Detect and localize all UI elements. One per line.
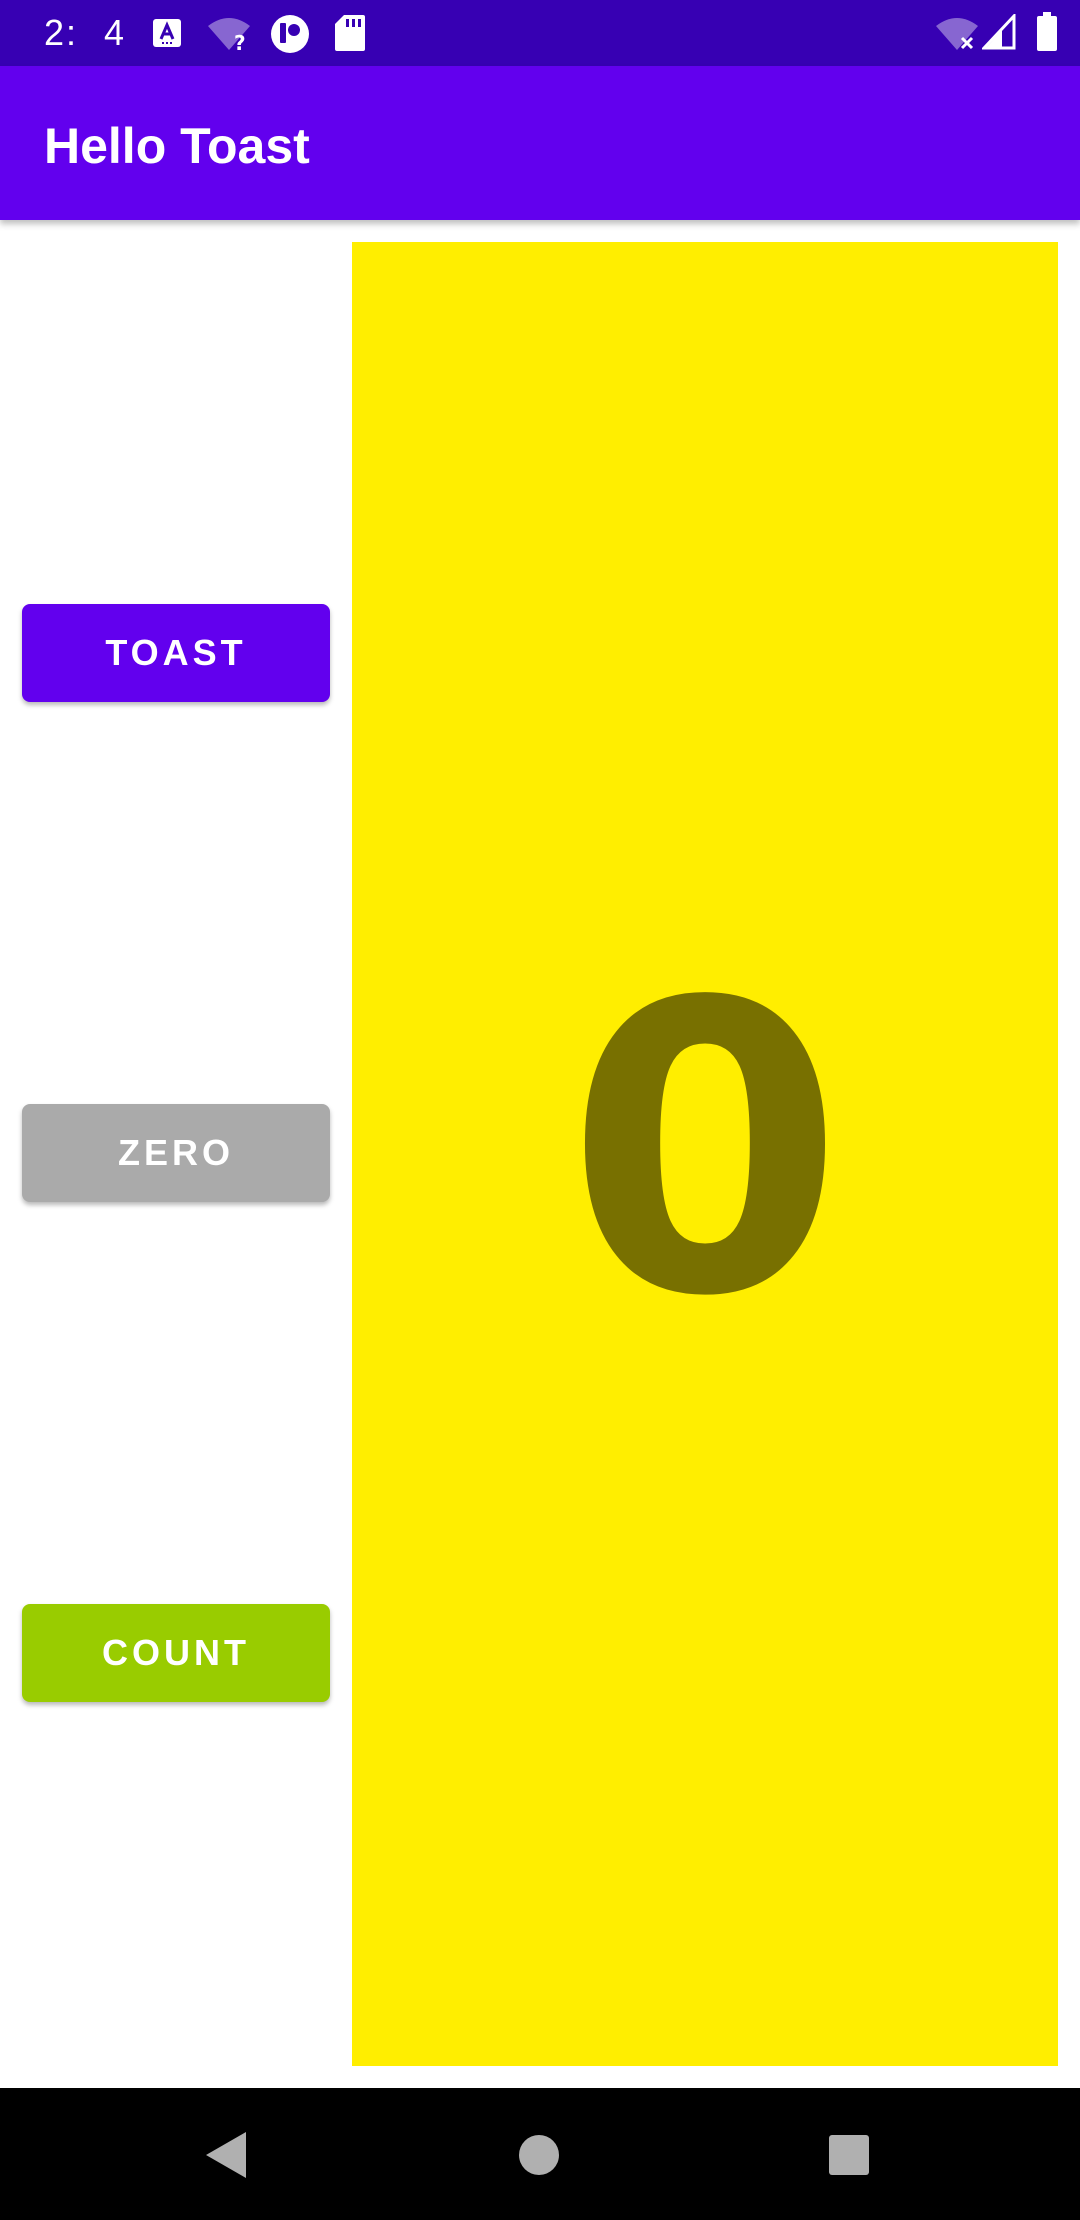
toast-button[interactable]: TOAST <box>22 604 330 702</box>
app-title: Hello Toast <box>44 118 310 174</box>
recents-icon[interactable] <box>828 2134 870 2176</box>
count-value: 0 <box>565 919 845 1384</box>
a-notification-icon <box>153 19 181 47</box>
svg-text:?: ? <box>234 31 246 52</box>
wifi-x-icon <box>936 18 978 50</box>
back-icon[interactable] <box>204 2130 248 2180</box>
home-icon[interactable] <box>518 2134 560 2176</box>
sd-card-icon <box>335 15 365 51</box>
count-panel: 0 <box>352 242 1058 2066</box>
circle-app-icon <box>271 15 309 53</box>
status-bar: 2: 4 ? <box>0 0 1080 66</box>
zero-button[interactable]: ZERO <box>22 1104 330 1202</box>
wifi-question-icon: ? <box>208 18 250 52</box>
count-button[interactable]: COUNT <box>22 1604 330 1702</box>
signal-icon <box>982 14 1016 50</box>
status-time: 2: 4 <box>44 12 127 53</box>
app-bar: Hello Toast <box>0 66 1080 220</box>
navigation-bar <box>0 2088 1080 2220</box>
screen: 2: 4 ? Hello Toast TOAST ZERO COUNT 0 <box>0 0 1080 2220</box>
battery-icon <box>1037 12 1057 51</box>
